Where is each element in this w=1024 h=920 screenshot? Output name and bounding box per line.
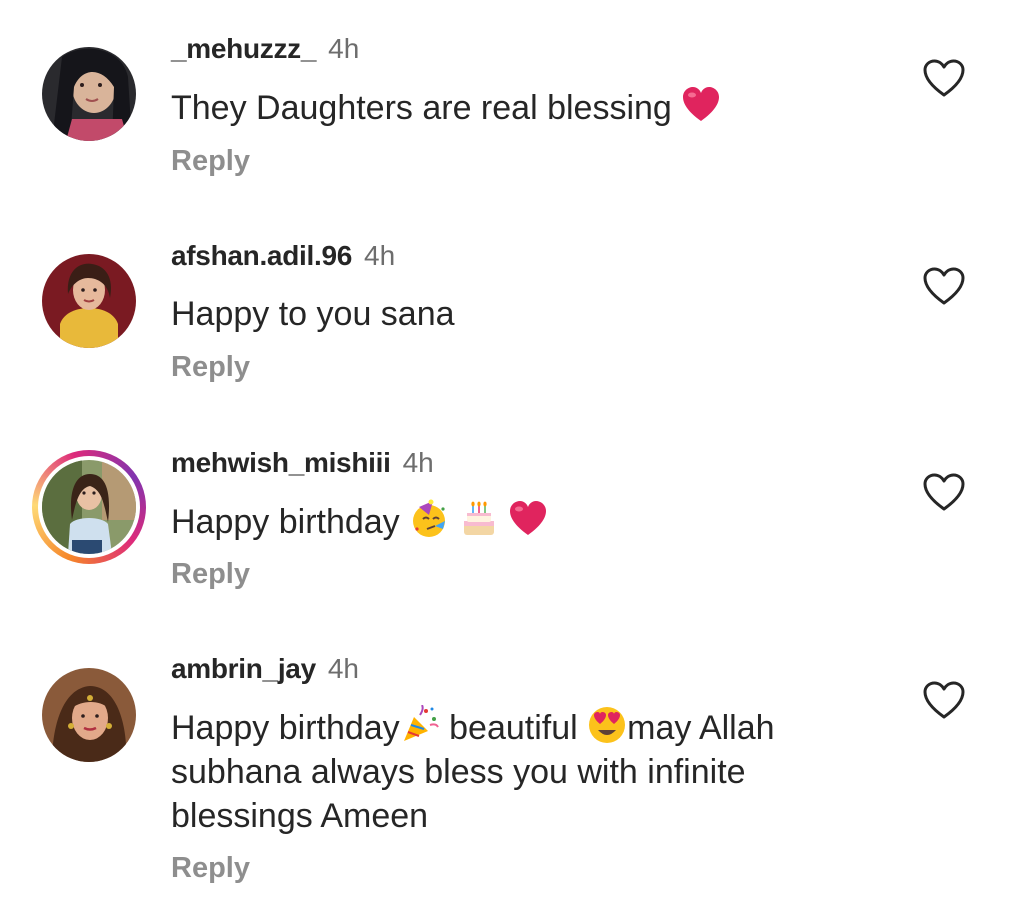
- party-popper-emoji-icon: [400, 705, 440, 745]
- comment-text: They Daughters are real blessing: [171, 85, 891, 130]
- username[interactable]: afshan.adil.96: [171, 240, 352, 271]
- reply-button[interactable]: Reply: [171, 351, 250, 384]
- reply-button[interactable]: Reply: [171, 145, 250, 178]
- reply-button[interactable]: Reply: [171, 558, 250, 591]
- timestamp: 4h: [327, 653, 360, 684]
- reply-button[interactable]: Reply: [171, 852, 250, 885]
- heart-eyes-emoji-icon: [587, 705, 627, 745]
- partying-face-emoji-icon: [409, 499, 449, 539]
- avatar-story-ring[interactable]: [32, 450, 146, 564]
- comment-text-line: blessings Ameen: [171, 797, 429, 835]
- comment-text-content: Happy to you sana: [171, 295, 455, 333]
- like-heart-icon[interactable]: [922, 472, 966, 512]
- avatar[interactable]: [42, 668, 136, 762]
- timestamp: 4h: [328, 33, 360, 64]
- avatar-image: [42, 460, 136, 554]
- avatar[interactable]: [42, 254, 136, 348]
- like-heart-icon[interactable]: [922, 680, 966, 720]
- avatar-image: [42, 47, 136, 141]
- username[interactable]: ambrin_jay: [171, 653, 316, 684]
- comment-text: Happy birthday: [171, 499, 891, 544]
- comment-text-part: Happy birthday: [171, 709, 400, 747]
- comment-text-part: may Allah: [627, 709, 775, 747]
- comment-meta: afshan.adil.96 4h: [171, 239, 395, 273]
- like-heart-icon[interactable]: [922, 266, 966, 306]
- comment-text-part: beautiful: [439, 709, 588, 747]
- username[interactable]: _mehuzzz_: [171, 33, 316, 64]
- comment-text-line: subhana always bless you with infinite: [171, 753, 746, 791]
- red-heart-emoji-icon: [508, 499, 548, 539]
- comment-text: Happy birthday beautiful may Allah subha…: [171, 705, 891, 838]
- birthday-cake-emoji-icon: [459, 499, 499, 539]
- comment-meta: ambrin_jay 4h: [171, 652, 359, 686]
- avatar[interactable]: [42, 47, 136, 141]
- timestamp: 4h: [402, 447, 434, 478]
- comment-text-content: They Daughters are real blessing: [171, 89, 672, 127]
- timestamp: 4h: [364, 240, 396, 271]
- comment-text-content: Happy birthday: [171, 503, 400, 541]
- avatar-image: [42, 254, 136, 348]
- comment-text: Happy to you sana: [171, 292, 891, 336]
- like-heart-icon[interactable]: [922, 58, 966, 98]
- username[interactable]: mehwish_mishiii: [171, 447, 391, 478]
- avatar-image: [42, 668, 136, 762]
- red-heart-emoji-icon: [681, 85, 721, 125]
- avatar: [42, 460, 136, 554]
- comment-meta: mehwish_mishiii 4h: [171, 446, 434, 480]
- comment-meta: _mehuzzz_ 4h: [171, 32, 359, 66]
